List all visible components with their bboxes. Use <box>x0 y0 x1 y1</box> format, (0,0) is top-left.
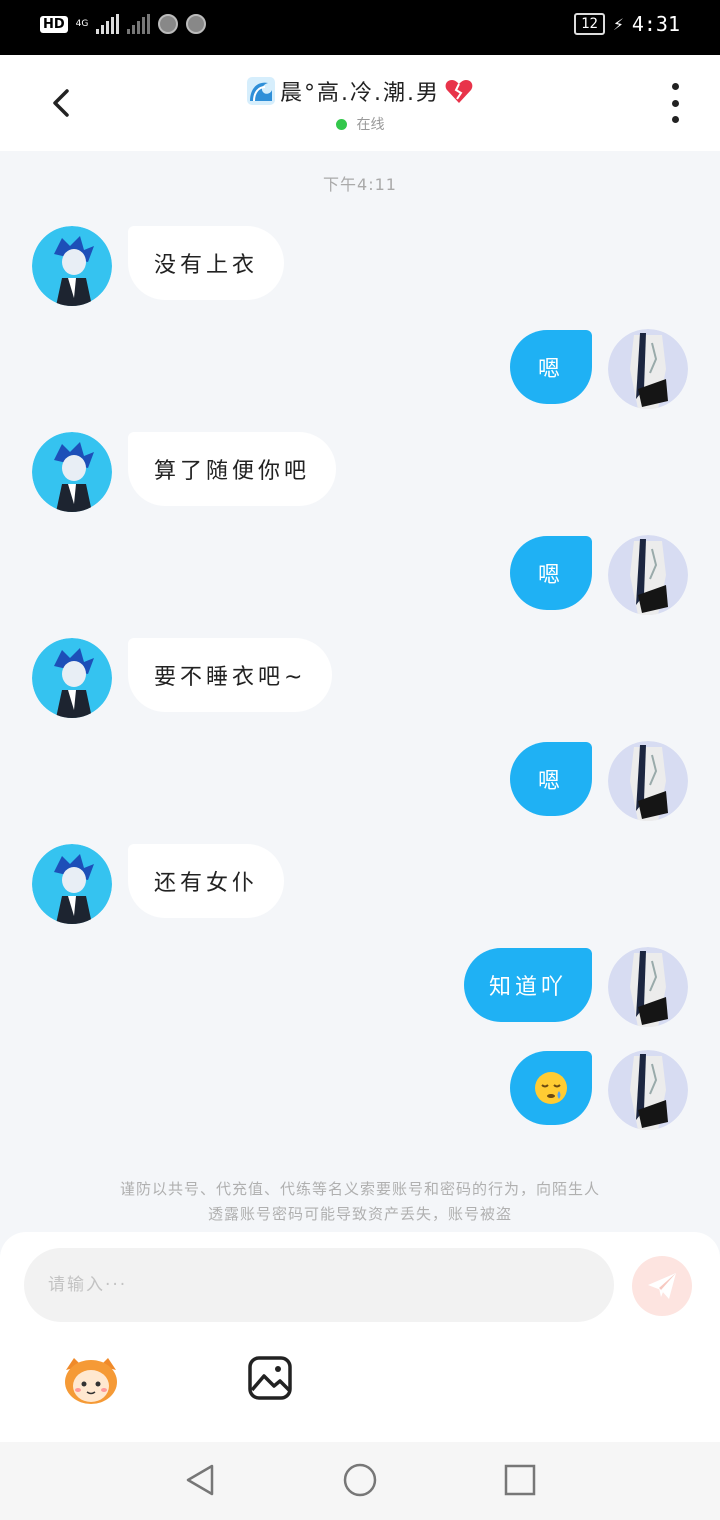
time-label: 下午4:11 <box>323 175 397 194</box>
online-dot-icon <box>335 118 347 130</box>
signal-icon <box>96 14 120 34</box>
nav-recents-icon[interactable] <box>503 1463 537 1497</box>
contact-name: 晨°高.冷.潮.男 <box>246 75 474 107</box>
network-type: 4G <box>75 18 89 29</box>
notification-icon <box>158 14 179 34</box>
message-bubble-outgoing[interactable]: 嗯 <box>510 330 592 404</box>
message-input[interactable] <box>24 1248 614 1322</box>
more-dot <box>671 116 679 123</box>
message-bubble-incoming[interactable]: 算了随便你吧 <box>128 432 337 506</box>
system-nav-bar <box>0 1442 720 1520</box>
message-bubble-outgoing[interactable]: 嗯 <box>510 742 592 816</box>
message-bubble-outgoing-emoji[interactable] <box>510 1051 592 1125</box>
clock: 4:31 <box>631 12 680 36</box>
signal-secondary-icon <box>127 14 151 34</box>
more-dot <box>671 99 679 107</box>
sleepy-face-icon <box>535 1072 567 1104</box>
online-status-text: 在线 <box>356 117 385 133</box>
chat-area[interactable]: 下午4:11 没有上衣 嗯 算了随便你吧 嗯 要不睡衣吧~ 嗯 还有女仆 知道吖 <box>0 151 720 1233</box>
nav-back-icon[interactable] <box>182 1462 218 1498</box>
charging-icon: ⚡ <box>612 13 624 35</box>
my-avatar[interactable] <box>608 1050 688 1130</box>
my-avatar[interactable] <box>608 329 688 409</box>
composer-panel <box>0 1232 720 1442</box>
more-vertical-icon <box>671 83 679 90</box>
safety-notice-line: 谨防以共号、代充值、代练等名义索要账号和密码的行为，向陌生人 <box>119 1180 600 1198</box>
more-button[interactable] <box>660 83 690 123</box>
mascot-emoji-icon[interactable] <box>60 1352 122 1406</box>
contact-info[interactable]: 晨°高.冷.潮.男 在线 <box>0 75 720 134</box>
contact-avatar[interactable] <box>32 638 112 718</box>
my-avatar[interactable] <box>608 947 688 1027</box>
battery-level: 12 <box>574 13 605 35</box>
wave-emoji-icon <box>247 77 275 105</box>
hd-badge: HD <box>40 15 68 33</box>
online-status: 在线 <box>0 114 720 134</box>
broken-heart-icon <box>445 80 473 103</box>
contact-avatar[interactable] <box>32 432 112 512</box>
contact-avatar[interactable] <box>32 844 112 924</box>
my-avatar[interactable] <box>608 741 688 821</box>
send-button[interactable] <box>632 1256 692 1316</box>
my-avatar[interactable] <box>608 535 688 615</box>
contact-name-text: 晨°高.冷.潮.男 <box>280 81 440 106</box>
paper-plane-icon <box>648 1273 676 1299</box>
notification-icon <box>186 14 207 34</box>
status-bar: HD 4G 12 ⚡ 4:31 <box>0 0 720 55</box>
message-input-container[interactable] <box>24 1248 614 1322</box>
message-bubble-incoming[interactable]: 还有女仆 <box>128 844 285 918</box>
message-bubble-incoming[interactable]: 没有上衣 <box>128 226 285 300</box>
nav-home-icon[interactable] <box>342 1462 378 1498</box>
image-icon[interactable] <box>246 1354 294 1402</box>
safety-notice: 谨防以共号、代充值、代练等名义索要账号和密码的行为，向陌生人 透露账号密码可能导… <box>40 1177 680 1227</box>
safety-notice-line: 透露账号密码可能导致资产丢失，账号被盗 <box>207 1205 512 1223</box>
chat-header: 晨°高.冷.潮.男 在线 <box>0 55 720 151</box>
contact-avatar[interactable] <box>32 226 112 306</box>
message-bubble-outgoing[interactable]: 嗯 <box>510 536 592 610</box>
message-bubble-incoming[interactable]: 要不睡衣吧~ <box>128 638 333 712</box>
message-bubble-outgoing[interactable]: 知道吖 <box>464 948 592 1022</box>
